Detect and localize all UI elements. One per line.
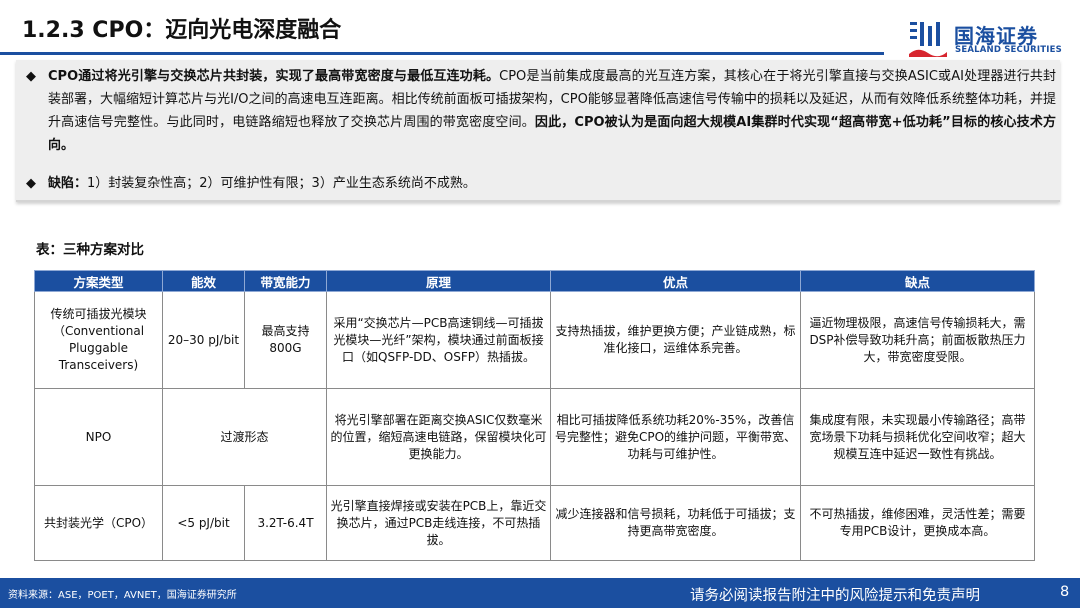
page-footer: 资料来源：ASE，POET，AVNET，国海证券研究所 请务必阅读报告附注中的风… [0,578,1080,608]
summary-lead: CPO通过将光引擎与交换芯片共封装，实现了最高带宽密度与最低互连功耗。 [48,69,500,84]
sealand-logo: 国海证券 SEALAND SECURITIES [908,20,1068,60]
diamond-bullet-icon: ◆ [26,69,36,84]
cell-pros: 减少连接器和信号损耗，功耗低于可插拔；支持更高带宽密度。 [550,485,801,561]
cell-cons: 集成度有限，未实现最小传输路径；高带宽场景下功耗与损耗优化空间收窄；超大规模互连… [800,388,1035,486]
cell-type: 共封装光学（CPO） [34,485,163,561]
page-header: 1.2.3 CPO：迈向光电深度融合 国海证券 SEALAND SECURITI… [0,0,1080,57]
summary-box: ◆ CPO通过将光引擎与交换芯片共封装，实现了最高带宽密度与最低互连功耗。CPO… [16,60,1060,202]
cell-bandwidth: 3.2T-6.4T [244,485,327,561]
cell-principle: 光引擎直接焊接或安装在PCB上，靠近交换芯片，通过PCB走线连接，不可热插拔。 [326,485,551,561]
header-scheme-type: 方案类型 [34,270,163,292]
table-header-row: 方案类型 能效 带宽能力 原理 优点 缺点 [34,270,1035,292]
data-source: 资料来源：ASE，POET，AVNET，国海证券研究所 [8,590,237,601]
cell-efficiency: <5 pJ/bit [162,485,245,561]
cell-pros: 支持热插拔，维护更换方便；产业链成熟，标准化接口，运维体系完善。 [550,291,801,389]
cell-efficiency: 20–30 pJ/bit [162,291,245,389]
cell-pros: 相比可插拔降低系统功耗20%-35%，改善信号完整性；避免CPO的维护问题，平衡… [550,388,801,486]
cell-bandwidth: 最高支持800G [244,291,327,389]
disclaimer-text: 请务必阅读报告附注中的风险提示和免责声明 [690,588,980,604]
defects-label: 缺陷： [48,176,88,191]
cell-type: NPO [34,388,163,486]
header-efficiency: 能效 [162,270,245,292]
summary-paragraph: CPO通过将光引擎与交换芯片共封装，实现了最高带宽密度与最低互连功耗。CPO是当… [48,65,1056,157]
cell-cons: 不可热插拔，维修困难，灵活性差；需要专用PCB设计，更换成本高。 [800,485,1035,561]
cell-type: 传统可插拔光模块（Conventional Pluggable Transcei… [34,291,163,389]
header-pros: 优点 [550,270,801,292]
header-principle: 原理 [326,270,551,292]
sealand-logo-icon [909,22,947,57]
defects-paragraph: 缺陷：1）封装复杂性高；2）可维护性有限；3）产业生态系统尚不成熟。 [48,172,1056,195]
table-row: NPO 过渡形态 将光引擎部署在距离交换ASIC仅数毫米的位置，缩短高速电链路，… [34,388,1035,486]
header-divider [0,52,884,55]
summary-bullet-defects: ◆ 缺陷：1）封装复杂性高；2）可维护性有限；3）产业生态系统尚不成熟。 [26,172,1056,195]
page-title: 1.2.3 CPO：迈向光电深度融合 [22,18,342,43]
table-title: 表：三种方案对比 [36,242,144,258]
table-row: 传统可插拔光模块（Conventional Pluggable Transcei… [34,291,1035,389]
page-number: 8 [1060,584,1070,600]
table-row: 共封装光学（CPO） <5 pJ/bit 3.2T-6.4T 光引擎直接焊接或安… [34,485,1035,561]
header-bandwidth: 带宽能力 [244,270,327,292]
cell-principle: 采用“交换芯片—PCB高速铜线—可插拔光模块—光纤”架构，模块通过前面板接口（如… [326,291,551,389]
diamond-bullet-icon: ◆ [26,176,36,191]
defects-list: 1）封装复杂性高；2）可维护性有限；3）产业生态系统尚不成熟。 [87,176,476,191]
logo-english-name: SEALAND SECURITIES [955,45,1062,55]
cell-principle: 将光引擎部署在距离交换ASIC仅数毫米的位置，缩短高速电链路，保留模块化可更换能… [326,388,551,486]
cell-efficiency-bandwidth: 过渡形态 [162,388,327,486]
cell-cons: 逼近物理极限，高速信号传输损耗大，需DSP补偿导致功耗升高；前面板散热压力大，带… [800,291,1035,389]
summary-bullet-cpo: ◆ CPO通过将光引擎与交换芯片共封装，实现了最高带宽密度与最低互连功耗。CPO… [26,65,1056,157]
header-cons: 缺点 [800,270,1035,292]
comparison-table: 方案类型 能效 带宽能力 原理 优点 缺点 传统可插拔光模块（Conventio… [34,270,1035,561]
